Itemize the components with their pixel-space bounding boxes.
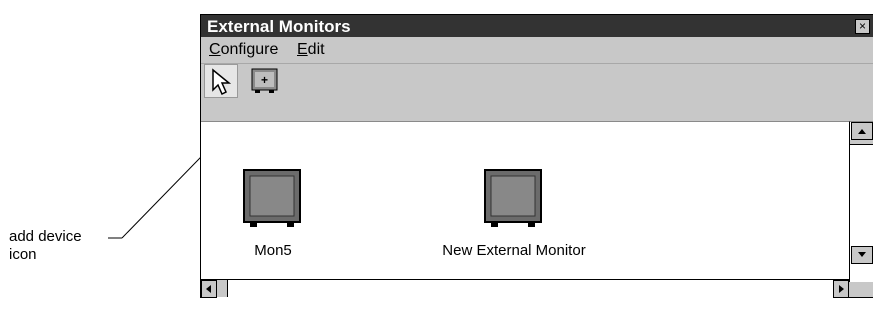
arrow-left-icon	[206, 285, 211, 293]
arrow-down-icon	[858, 252, 866, 257]
device-label: Mon5	[254, 242, 292, 259]
add-device-button[interactable]: +	[251, 68, 279, 93]
scroll-thumb[interactable]	[850, 140, 873, 145]
horizontal-scroll-thumb[interactable]	[217, 280, 228, 297]
monitor-icon	[484, 169, 542, 227]
select-tool-button[interactable]	[204, 64, 238, 98]
monitor-icon	[243, 169, 301, 227]
add-device-icon: +	[251, 68, 278, 93]
device-label: New External Monitor	[442, 242, 586, 259]
toolbar: +	[201, 63, 873, 98]
vertical-scrollbar[interactable]	[849, 121, 873, 282]
window-title: External Monitors	[207, 17, 351, 36]
annotation-label: add device icon	[9, 228, 82, 264]
arrow-up-icon	[858, 129, 866, 134]
scroll-up-button[interactable]	[851, 122, 873, 140]
annotation-line-1: add device	[9, 228, 82, 245]
scroll-right-button[interactable]	[833, 280, 849, 298]
menu-bar: Configure Edit	[201, 37, 873, 63]
title-bar: External Monitors ×	[201, 15, 873, 37]
annotation-line-2: icon	[9, 246, 37, 263]
close-button[interactable]: ×	[855, 19, 870, 34]
horizontal-scrollbar[interactable]	[201, 279, 849, 298]
menu-edit[interactable]: Edit	[297, 41, 325, 59]
arrow-right-icon	[839, 285, 844, 293]
device-item[interactable]: Mon5	[188, 168, 358, 259]
device-canvas: Mon5 New External Monitor	[201, 121, 849, 282]
scroll-down-button[interactable]	[851, 246, 873, 264]
scroll-left-button[interactable]	[201, 280, 217, 298]
menu-configure[interactable]: Configure	[209, 41, 278, 59]
external-monitors-window: External Monitors × Configure Edit + Mon…	[200, 14, 873, 298]
arrow-pointer-icon	[212, 68, 232, 96]
plus-glyph: +	[261, 73, 268, 87]
device-item[interactable]: New External Monitor	[429, 168, 599, 259]
